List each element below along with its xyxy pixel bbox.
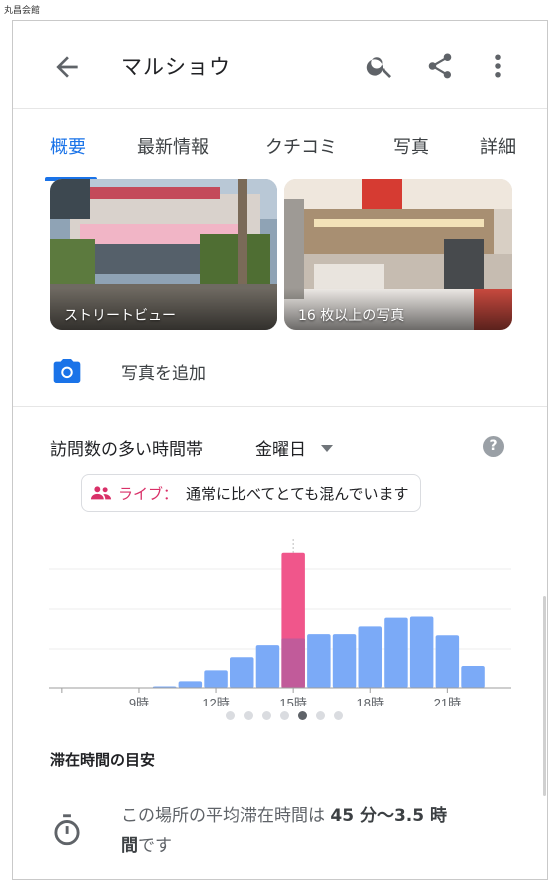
duration-value: 45 分〜3.5 時 bbox=[330, 806, 448, 826]
carousel-dot[interactable] bbox=[226, 711, 235, 720]
usual-bar bbox=[178, 681, 203, 688]
help-icon[interactable]: ? bbox=[483, 436, 504, 457]
search-icon[interactable] bbox=[365, 51, 395, 81]
carousel-dot[interactable] bbox=[244, 711, 253, 720]
more-vert-icon[interactable] bbox=[487, 51, 509, 81]
carousel-dot[interactable] bbox=[298, 711, 307, 720]
duration-text-prefix: この場所の平均滞在時間は bbox=[121, 806, 331, 826]
back-arrow-icon[interactable] bbox=[51, 51, 83, 83]
usual-bar bbox=[409, 616, 434, 688]
tab-updates[interactable]: 最新情報 bbox=[137, 133, 209, 159]
x-tick-label: 21時 bbox=[434, 696, 461, 706]
tab-bar: 概要 最新情報 クチコミ 写真 詳細 bbox=[13, 109, 547, 181]
usual-bar bbox=[435, 635, 460, 688]
street-view-tile[interactable]: ストリートビュー bbox=[50, 179, 277, 330]
place-details-panel: マルショウ 概要 最新情報 クチコミ 写真 詳細 ストリートビュー 16 枚以上… bbox=[12, 20, 548, 880]
duration-text: この場所の平均滞在時間は 45 分〜3.5 時間です bbox=[121, 801, 506, 861]
usual-bar bbox=[332, 634, 357, 688]
page-caption: 丸昌会館 bbox=[4, 6, 41, 16]
street-view-label: ストリートビュー bbox=[64, 308, 176, 324]
duration-value-end: 間 bbox=[121, 836, 138, 856]
photos-count-label: 16 枚以上の写真 bbox=[298, 308, 405, 324]
x-tick-label: 12時 bbox=[202, 696, 229, 706]
camera-icon bbox=[53, 359, 81, 383]
x-tick-label: 15時 bbox=[279, 696, 306, 706]
carousel-dot[interactable] bbox=[280, 711, 289, 720]
usual-bar bbox=[230, 657, 254, 688]
people-icon bbox=[90, 486, 112, 500]
timer-icon bbox=[54, 814, 80, 846]
add-photo-row[interactable]: 写真を追加 bbox=[13, 339, 547, 407]
add-photo-label: 写真を追加 bbox=[121, 364, 206, 384]
scrollbar[interactable] bbox=[543, 596, 546, 796]
duration-title: 滞在時間の目安 bbox=[50, 751, 156, 769]
photos-tile[interactable]: 16 枚以上の写真 bbox=[284, 179, 512, 330]
usual-bar bbox=[307, 634, 331, 688]
tab-photos[interactable]: 写真 bbox=[393, 133, 429, 159]
usual-bar bbox=[358, 626, 382, 688]
usual-bar bbox=[204, 670, 228, 688]
x-tick-label: 18時 bbox=[357, 696, 384, 706]
carousel-dot[interactable] bbox=[334, 711, 343, 720]
live-status-badge: ライブ： 通常に比べてとても混んでいます bbox=[81, 474, 422, 512]
duration-text-suffix: です bbox=[138, 836, 172, 856]
live-status-text: 通常に比べてとても混んでいます bbox=[186, 484, 409, 503]
tab-reviews[interactable]: クチコミ bbox=[265, 133, 337, 159]
x-tick-label: 9時 bbox=[129, 696, 149, 706]
usual-bar bbox=[461, 666, 485, 688]
app-bar: マルショウ bbox=[13, 21, 547, 109]
share-icon[interactable] bbox=[425, 51, 455, 81]
usual-bar bbox=[255, 645, 280, 688]
popular-times-title: 訪問数の多い時間帯 bbox=[50, 440, 203, 460]
popular-times-chart[interactable]: 9時 12時 15時 18時 21時 bbox=[13, 521, 548, 706]
carousel-dot[interactable] bbox=[316, 711, 325, 720]
usual-bar bbox=[281, 638, 305, 688]
usual-bar bbox=[384, 617, 408, 688]
carousel-dot[interactable] bbox=[262, 711, 271, 720]
tab-about[interactable]: 詳細 bbox=[480, 133, 516, 159]
place-title: マルショウ bbox=[121, 55, 231, 79]
live-label: ライブ： bbox=[118, 484, 179, 503]
tab-overview[interactable]: 概要 bbox=[50, 133, 86, 159]
chevron-down-icon[interactable] bbox=[321, 445, 333, 452]
day-selector[interactable]: 金曜日 bbox=[255, 435, 306, 460]
